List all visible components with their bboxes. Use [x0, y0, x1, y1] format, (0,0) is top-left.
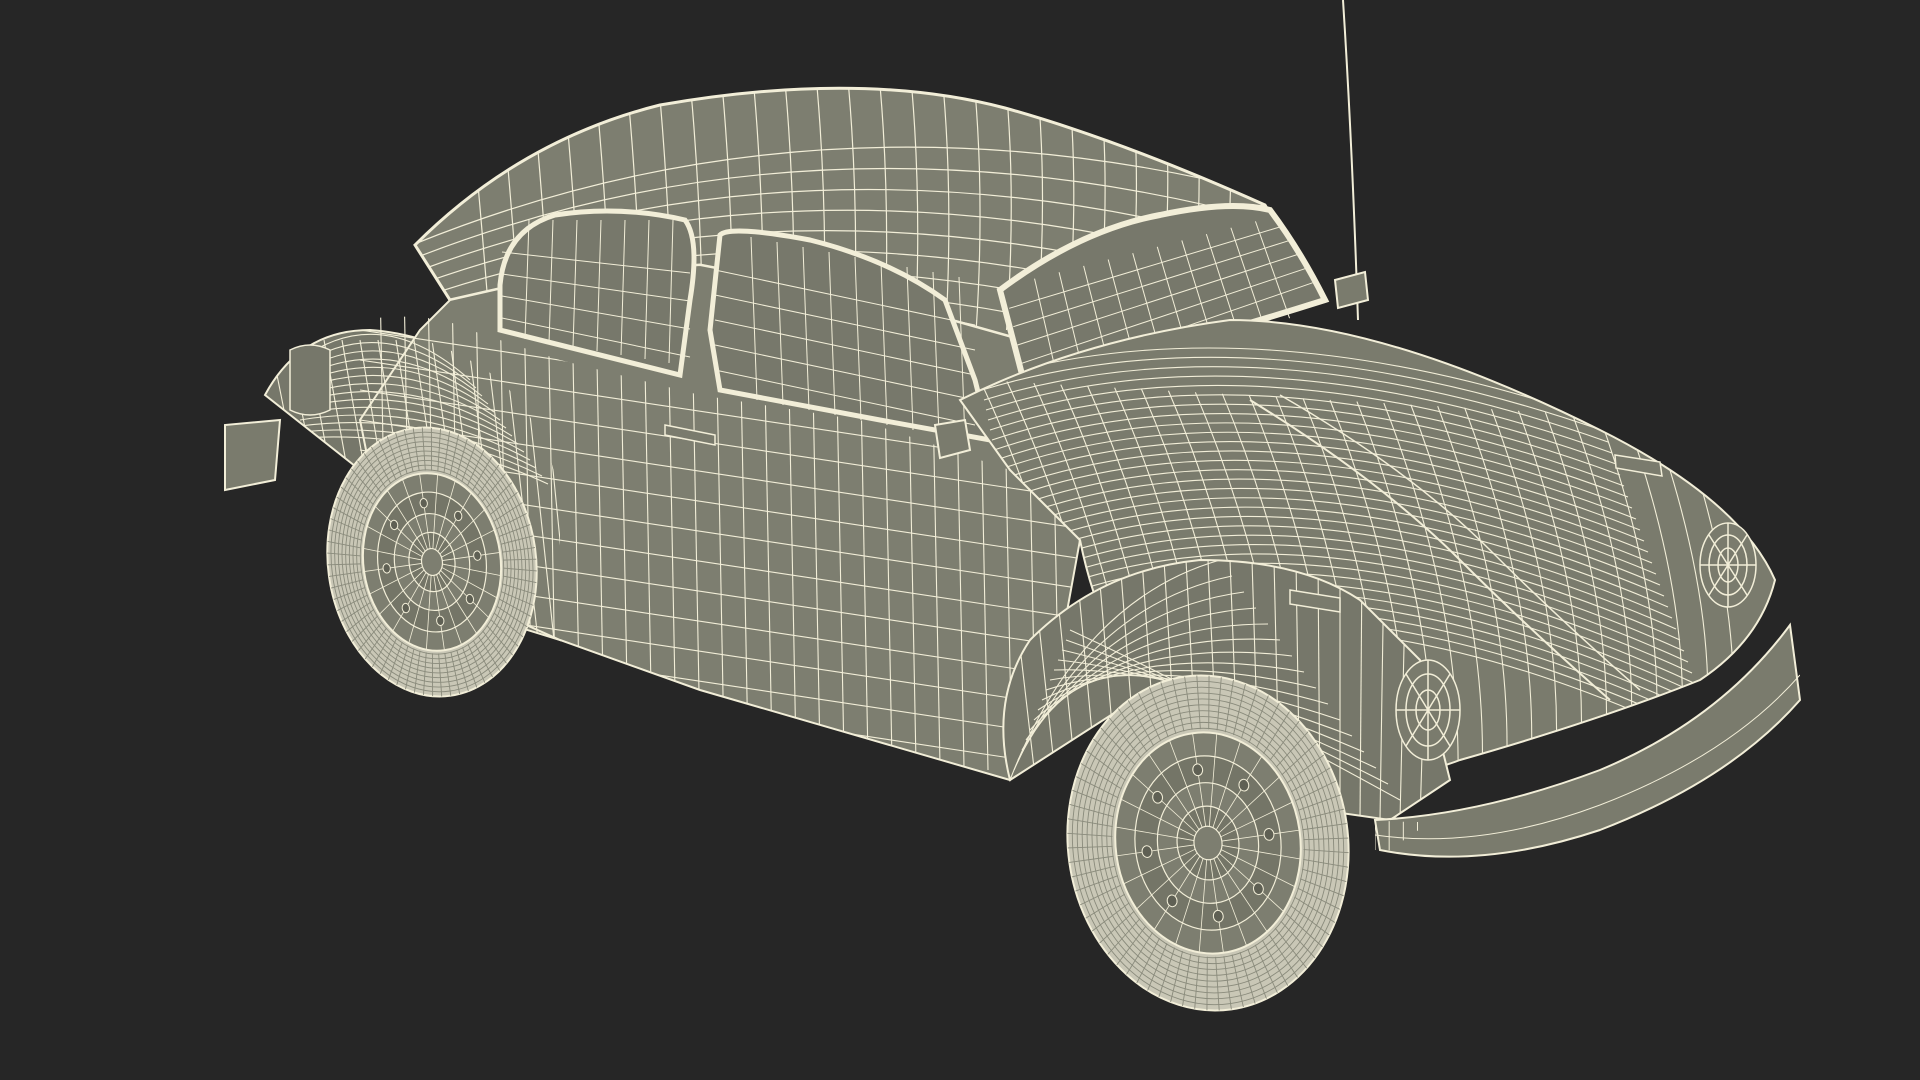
rear-bumper-end	[289, 344, 331, 416]
side-mirror	[933, 418, 972, 460]
antenna	[1342, 0, 1359, 321]
rear-bumper	[224, 418, 282, 492]
headlight-right	[1699, 522, 1757, 608]
headlight-left	[1395, 659, 1461, 761]
roof-mirror	[1333, 270, 1370, 310]
3d-viewport[interactable]	[0, 0, 1920, 1080]
car-model	[224, 0, 1802, 1012]
wireframe-car-render	[224, 0, 1802, 1012]
